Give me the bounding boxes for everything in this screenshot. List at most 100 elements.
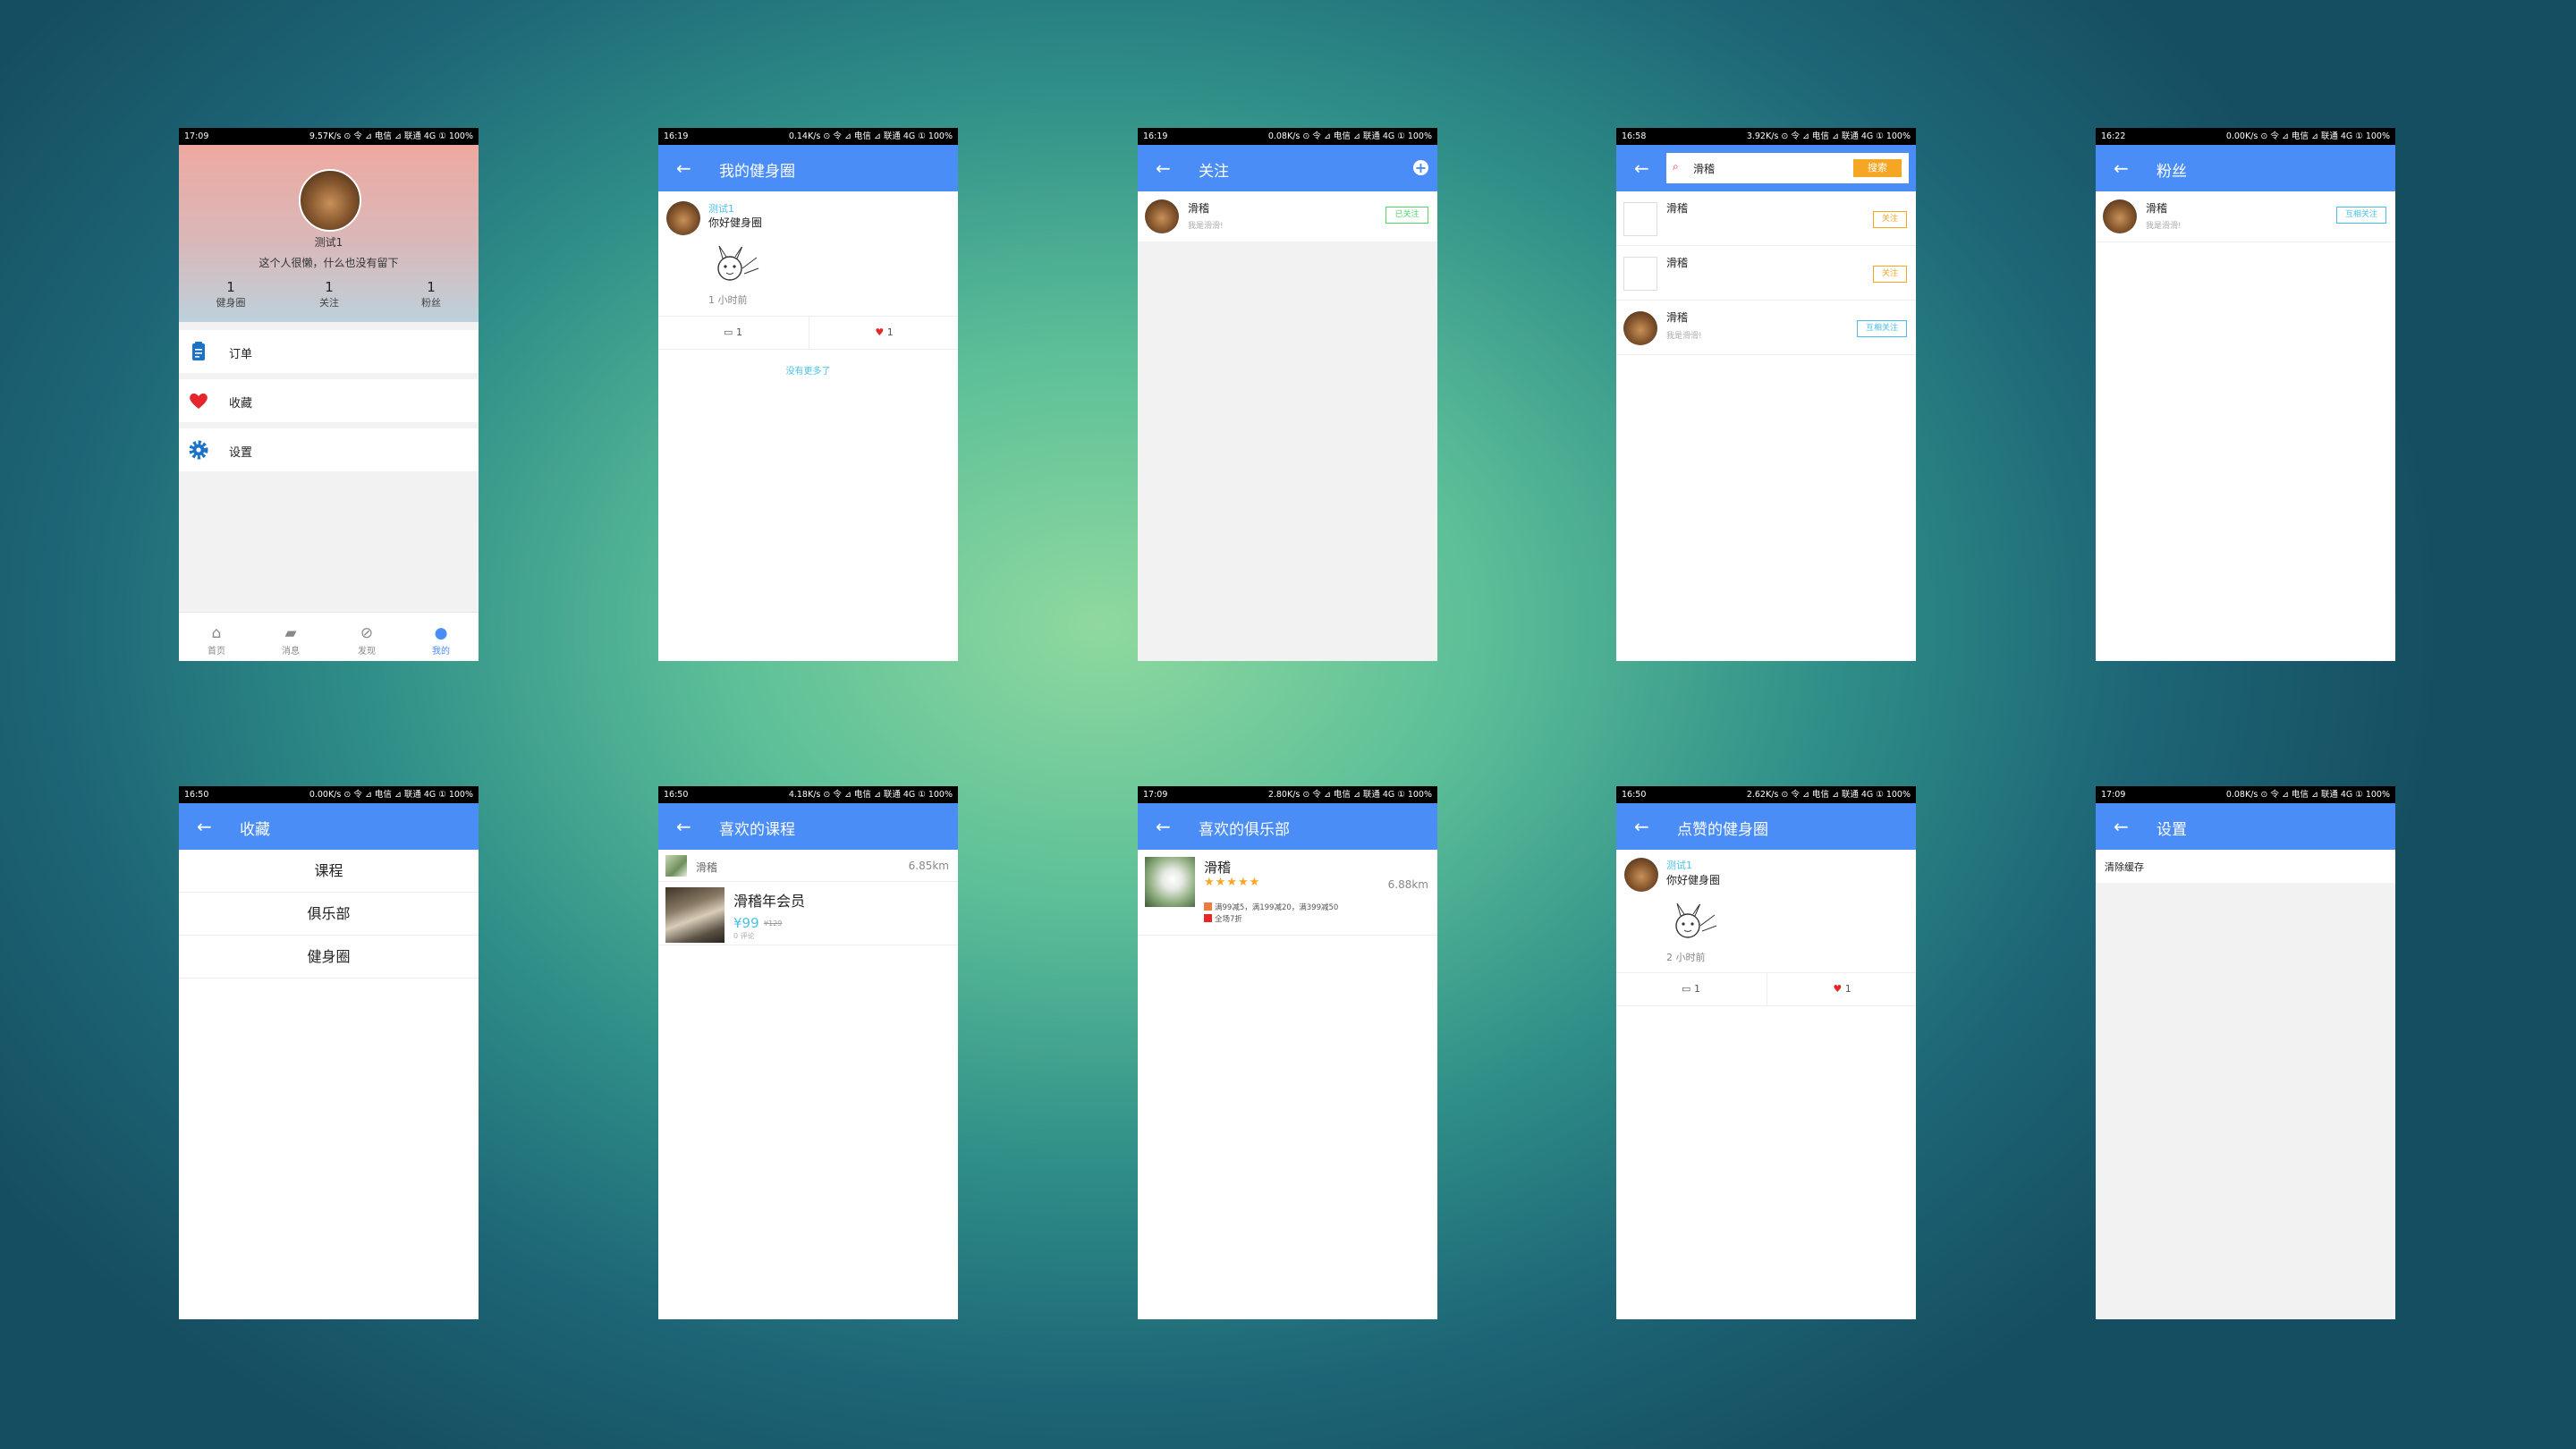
- tab-discover[interactable]: ⊘ 发现: [340, 624, 394, 657]
- club-name[interactable]: 滑稽: [696, 860, 717, 875]
- user-name: 滑稽: [1188, 202, 1210, 215]
- stat-following[interactable]: 1 关注: [302, 279, 356, 309]
- app-bar: ← 喜欢的课程: [658, 803, 958, 850]
- status-bar: 16:19 0.14K/s ⊙ 令 ⊿ 电信 ⊿ 联通 4G ① 100%: [658, 128, 958, 145]
- course-item[interactable]: 滑稽年会员 ¥99 ¥129 0 评论: [658, 882, 958, 945]
- compass-icon: ⊘: [360, 624, 374, 642]
- menu-orders[interactable]: 订单: [179, 330, 479, 373]
- promo-badge-2: [1204, 914, 1212, 922]
- profile-bio: 这个人很懒，什么也没有留下: [258, 257, 399, 269]
- list-item[interactable]: 滑稽 关注: [1616, 246, 1916, 301]
- phone-liked-courses: 16:50 4.18K/s ⊙ 令 ⊿ 电信 ⊿ 联通 4G ① 100% ← 喜…: [658, 786, 958, 1319]
- list-item[interactable]: 滑稽 我是滑滑! 互相关注: [1616, 301, 1916, 355]
- favorites-clubs[interactable]: 俱乐部: [179, 893, 479, 936]
- page-title: 我的健身圈: [719, 163, 795, 181]
- avatar[interactable]: [299, 169, 361, 232]
- menu-settings[interactable]: 设置: [179, 428, 479, 471]
- status-bar: 17:09 9.57K/s ⊙ 令 ⊿ 电信 ⊿ 联通 4G ① 100%: [179, 128, 479, 145]
- phone-liked-clubs: 17:09 2.80K/s ⊙ 令 ⊿ 电信 ⊿ 联通 4G ① 100% ← 喜…: [1138, 786, 1437, 1319]
- back-arrow-icon[interactable]: ←: [1156, 816, 1171, 837]
- page-title: 设置: [2157, 821, 2187, 839]
- app-bar: ← ⌕ 滑稽 搜索: [1616, 145, 1916, 191]
- follow-button[interactable]: 关注: [1873, 266, 1907, 283]
- menu-favorites-label: 收藏: [229, 397, 253, 411]
- phone-fans: 16:22 0.00K/s ⊙ 令 ⊿ 电信 ⊿ 联通 4G ① 100% ← 粉…: [2096, 128, 2395, 661]
- app-bar: ← 关注 +: [1138, 145, 1437, 191]
- tab-messages[interactable]: ▰ 消息: [264, 624, 318, 657]
- favorites-courses[interactable]: 课程: [179, 850, 479, 893]
- person-icon: ●: [434, 624, 448, 642]
- course-name: 滑稽年会员: [733, 893, 806, 910]
- club-promo-2: 全场7折: [1215, 915, 1242, 924]
- comment-button[interactable]: ▭ 1: [1616, 973, 1766, 1005]
- club-image: [1145, 857, 1195, 907]
- list-item[interactable]: 滑稽 我是滑滑! 已关注: [1138, 191, 1437, 242]
- post-image-sketch-icon: [1675, 899, 1717, 938]
- back-arrow-icon[interactable]: ←: [2114, 157, 2129, 179]
- back-arrow-icon[interactable]: ←: [1634, 816, 1649, 837]
- heart-icon: ♥: [1833, 983, 1843, 995]
- user-avatar: [1623, 257, 1657, 291]
- profile-username: 测试1: [314, 236, 343, 249]
- phone-favorites: 16:50 0.00K/s ⊙ 令 ⊿ 电信 ⊿ 联通 4G ① 100% ← 收…: [179, 786, 479, 1319]
- stat-fans[interactable]: 1 粉丝: [404, 279, 458, 309]
- user-bio: 我是滑滑!: [2146, 222, 2182, 231]
- tab-mine[interactable]: ● 我的: [414, 624, 468, 657]
- post-author[interactable]: 测试1: [1666, 858, 1692, 872]
- user-bio: 我是滑滑!: [1666, 332, 1702, 341]
- app-bar: ← 收藏: [179, 803, 479, 850]
- user-name: 滑稽: [1666, 257, 1689, 269]
- club-item[interactable]: 滑稽 ★★★★★ 6.88km 满99减5，满199减20，满399减50 全场…: [1138, 850, 1437, 936]
- phone-following: 16:19 0.08K/s ⊙ 令 ⊿ 电信 ⊿ 联通 4G ① 100% ← 关…: [1138, 128, 1437, 661]
- post-time: 1 小时前: [708, 294, 748, 306]
- app-bar: ← 粉丝: [2096, 145, 2395, 191]
- like-button[interactable]: ♥ 1: [809, 317, 958, 349]
- user-avatar: [1145, 199, 1179, 233]
- menu-settings-label: 设置: [229, 446, 253, 460]
- page-title: 点赞的健身圈: [1677, 821, 1768, 839]
- user-avatar: [2103, 199, 2137, 233]
- rating-stars: ★★★★★: [1204, 876, 1261, 889]
- post-text: 你好健身圈: [1666, 874, 1721, 886]
- post-image-sketch-icon: [717, 242, 759, 281]
- app-bar: ← 喜欢的俱乐部: [1138, 803, 1437, 850]
- mutual-follow-button[interactable]: 互相关注: [2336, 207, 2386, 224]
- status-bar: 16:19 0.08K/s ⊙ 令 ⊿ 电信 ⊿ 联通 4G ① 100%: [1138, 128, 1437, 145]
- list-item[interactable]: 滑稽 我是滑滑! 互相关注: [2096, 191, 2395, 242]
- clear-cache-label: 清除缓存: [2105, 861, 2144, 873]
- post-author[interactable]: 测试1: [708, 201, 734, 216]
- app-bar: ← 我的健身圈: [658, 145, 958, 191]
- add-icon[interactable]: +: [1413, 160, 1428, 175]
- clear-cache-item[interactable]: 清除缓存: [2096, 850, 2395, 883]
- followed-button[interactable]: 已关注: [1385, 207, 1428, 224]
- promo-badge-1: [1204, 902, 1212, 911]
- back-arrow-icon[interactable]: ←: [676, 816, 691, 837]
- mutual-follow-button[interactable]: 互相关注: [1857, 320, 1907, 337]
- status-bar: 16:50 2.62K/s ⊙ 令 ⊿ 电信 ⊿ 联通 4G ① 100%: [1616, 786, 1916, 803]
- club-promo-1: 满99减5，满199减20，满399减50: [1215, 903, 1339, 912]
- follow-button[interactable]: 关注: [1873, 211, 1907, 228]
- back-arrow-icon[interactable]: ←: [1634, 157, 1649, 179]
- back-arrow-icon[interactable]: ←: [676, 157, 691, 179]
- gear-icon: [189, 440, 208, 460]
- post-avatar[interactable]: [1624, 858, 1658, 892]
- home-icon: ⌂: [211, 624, 222, 642]
- list-item[interactable]: 滑稽 关注: [1616, 191, 1916, 246]
- post-avatar[interactable]: [666, 201, 700, 235]
- user-name: 滑稽: [1666, 202, 1689, 215]
- search-icon: ⌕: [1673, 160, 1679, 173]
- search-button[interactable]: 搜索: [1853, 159, 1902, 177]
- tab-home[interactable]: ⌂ 首页: [190, 624, 243, 657]
- like-button[interactable]: ♥ 1: [1767, 973, 1916, 1005]
- search-box: ⌕ 滑稽 搜索: [1666, 153, 1909, 183]
- menu-favorites[interactable]: 收藏: [179, 379, 479, 422]
- back-arrow-icon[interactable]: ←: [1156, 157, 1171, 179]
- user-avatar: [1623, 311, 1657, 345]
- search-input[interactable]: 滑稽: [1693, 161, 1854, 176]
- back-arrow-icon[interactable]: ←: [197, 816, 212, 837]
- stat-posts[interactable]: 1 健身圈: [202, 279, 259, 309]
- back-arrow-icon[interactable]: ←: [2114, 816, 2129, 837]
- comment-button[interactable]: ▭ 1: [658, 317, 808, 349]
- favorites-circle[interactable]: 健身圈: [179, 936, 479, 979]
- status-bar: 16:58 3.92K/s ⊙ 令 ⊿ 电信 ⊿ 联通 4G ① 100%: [1616, 128, 1916, 145]
